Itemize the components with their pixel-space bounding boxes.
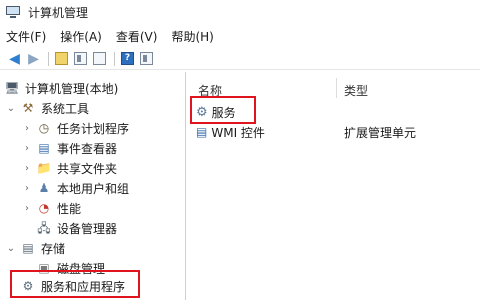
folder-up-icon (55, 52, 68, 65)
forward-arrow-icon: ▶ (28, 50, 39, 67)
window-title: 计算机管理 (28, 5, 89, 20)
tree-item-system-tools[interactable]: ⌄ ⚒ 系统工具 (6, 98, 89, 118)
highlight-box (190, 96, 256, 124)
chevron-down-icon[interactable]: ⌄ (6, 103, 16, 114)
column-divider[interactable] (336, 78, 337, 98)
tools-icon: ⚒ (22, 101, 34, 115)
chevron-right-icon[interactable]: › (22, 183, 32, 194)
tree-root-label: 计算机管理(本地) (25, 81, 119, 96)
tree-item-performance[interactable]: › ◔ 性能 (22, 198, 81, 218)
toolbar-separator (114, 51, 115, 66)
export-list-icon (93, 52, 106, 65)
tree-item-label: 事件查看器 (57, 141, 118, 156)
tree-item-label: 本地用户和组 (57, 181, 130, 196)
navigation-tree: 🖥 计算机管理(本地) ⌄ ⚒ 系统工具 › ◷ 任务计划程序 › ▤ 事件查看… (0, 72, 186, 300)
performance-icon: ◔ (38, 201, 50, 215)
back-arrow-icon: ◀ (9, 50, 20, 67)
users-icon: ♟ (38, 181, 50, 195)
forward-button[interactable]: ▶ (25, 50, 42, 67)
tree-item-label: 共享文件夹 (57, 161, 118, 176)
title-bar: 计算机管理 (0, 0, 480, 24)
wmi-control-icon: ▤ (196, 125, 208, 139)
tree-item-label: 性能 (57, 201, 82, 216)
chevron-right-icon[interactable]: › (22, 203, 32, 214)
tree-item-task-scheduler[interactable]: › ◷ 任务计划程序 (22, 118, 129, 138)
tree-item-label: 设备管理器 (57, 221, 118, 236)
tree-item-label: 系统工具 (41, 101, 90, 116)
show-hide-tree-button[interactable] (72, 50, 89, 67)
menu-file[interactable]: 文件(F) (6, 28, 46, 45)
device-manager-icon: 🖧 (37, 221, 51, 235)
computer-management-icon (6, 5, 20, 19)
highlight-box (10, 270, 140, 298)
chevron-right-icon[interactable]: › (22, 163, 32, 174)
shared-folder-icon: 📁 (36, 161, 52, 175)
tree-item-device-manager[interactable]: 🖧 设备管理器 (36, 218, 117, 238)
storage-icon: ▤ (22, 241, 34, 255)
tree-pane-icon (74, 52, 87, 65)
toolbar-separator (48, 51, 49, 66)
list-item-type: 扩展管理单元 (344, 125, 417, 140)
chevron-right-icon[interactable]: › (22, 143, 32, 154)
tree-item-shared-folders[interactable]: › 📁 共享文件夹 (22, 158, 117, 178)
chevron-right-icon[interactable]: › (22, 123, 32, 134)
content-list: 名称 类型 ⚙ 服务 ▤ WMI 控件 扩展管理单元 (188, 72, 480, 300)
list-item-name: WMI 控件 (211, 125, 265, 140)
tree-item-event-viewer[interactable]: › ▤ 事件查看器 (22, 138, 117, 158)
clock-icon: ◷ (38, 121, 50, 135)
list-item-wmi-control[interactable]: ▤ WMI 控件 (196, 122, 265, 142)
tree-item-label: 任务计划程序 (57, 121, 130, 136)
up-folder-button[interactable] (53, 50, 70, 67)
toolbar: ◀ ▶ ? (0, 48, 480, 70)
column-header-type[interactable]: 类型 (344, 82, 368, 99)
properties-pane-icon (140, 52, 153, 65)
back-button[interactable]: ◀ (6, 50, 23, 67)
chevron-down-icon[interactable]: ⌄ (6, 243, 16, 254)
tree-item-label: 存储 (41, 241, 66, 256)
computer-icon: 🖥 (4, 81, 20, 95)
help-button[interactable]: ? (119, 50, 136, 67)
help-icon: ? (121, 52, 134, 65)
properties-button[interactable] (138, 50, 155, 67)
export-button[interactable] (91, 50, 108, 67)
menu-bar: 文件(F) 操作(A) 查看(V) 帮助(H) (0, 26, 480, 46)
tree-item-local-users[interactable]: › ♟ 本地用户和组 (22, 178, 129, 198)
tree-root[interactable]: 🖥 计算机管理(本地) (4, 78, 118, 98)
menu-action[interactable]: 操作(A) (60, 28, 102, 45)
menu-view[interactable]: 查看(V) (116, 28, 158, 45)
event-viewer-icon: ▤ (38, 141, 50, 155)
tree-item-storage[interactable]: ⌄ ▤ 存储 (6, 238, 65, 258)
menu-help[interactable]: 帮助(H) (171, 28, 213, 45)
